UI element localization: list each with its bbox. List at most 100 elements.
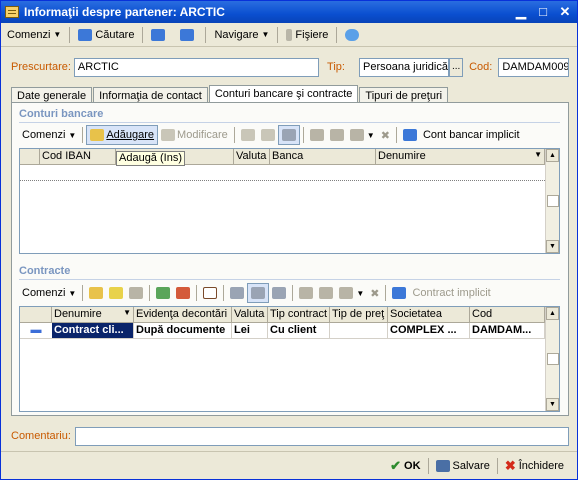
chat-button[interactable] [339, 25, 368, 45]
column-header-tip-contract[interactable]: Tip contract [268, 307, 330, 322]
column-header-cod-iban[interactable]: Cod IBAN [40, 149, 116, 164]
comentariu-input[interactable] [74, 426, 569, 446]
list-view-button[interactable] [227, 283, 247, 303]
salvare-label: Salvare [452, 459, 490, 472]
column-header-evidenta[interactable]: Evidenţa decontări [134, 307, 232, 322]
column-header-tip-de-pret[interactable]: Tip de preţ [330, 307, 388, 322]
column-header-banca[interactable]: Banca [270, 149, 376, 164]
cell-societatea[interactable]: COMPLEX ... [388, 323, 470, 338]
table-row[interactable]: ▬ Contract cli... După documente Lei Cu … [20, 323, 545, 339]
cod-input[interactable]: DAMDAM009 [498, 57, 570, 77]
tip-input[interactable]: Persoana juridică [358, 57, 450, 77]
add-contract-button[interactable] [86, 283, 106, 303]
toolbar-separator [292, 285, 294, 301]
cell-valuta[interactable]: Lei [232, 323, 268, 338]
copy-row-icon [156, 287, 171, 299]
column-header-societatea[interactable]: Societatea [388, 307, 470, 322]
refresh-list-button[interactable] [389, 283, 409, 303]
maximize-button[interactable]: □ [533, 3, 553, 21]
contracte-comenzi-menu[interactable]: Comenzi ▼ [19, 283, 79, 303]
cell-tip-contract[interactable]: Cu client [268, 323, 330, 338]
menu-fisiere[interactable]: Fişiere [280, 25, 334, 45]
refresh-list-button[interactable] [400, 125, 420, 145]
ok-button[interactable]: ✔ OK [385, 456, 425, 476]
refresh-button[interactable] [145, 25, 174, 45]
cell-cod[interactable]: DAMDAM... [470, 323, 545, 338]
adaugare-label: Adăugare [106, 129, 155, 141]
contract-implicit-button[interactable]: Contract implicit [409, 283, 493, 303]
filter-menu-button[interactable]: ▼ [336, 283, 367, 303]
filter-icon [329, 129, 344, 141]
sort-icon [299, 287, 314, 299]
cell-denumire[interactable]: Contract cli... [52, 323, 134, 338]
window-title: Informaţii despre partener: ARCTIC [24, 5, 225, 19]
mark-delete-button[interactable] [200, 283, 220, 303]
tip-select-button[interactable]: ... [449, 57, 464, 77]
header-fields: Prescurtare: ARCTIC Tip: Persoana juridi… [11, 57, 570, 77]
conturi-comenzi-label: Comenzi [22, 129, 66, 141]
column-header-indicator [20, 307, 52, 322]
sort-button[interactable] [307, 125, 327, 145]
toolbar-separator [395, 127, 397, 143]
app-icon [5, 6, 19, 18]
toolbar-separator [496, 457, 498, 474]
refresh-icon [392, 287, 407, 299]
refresh-icon [402, 129, 417, 141]
scroll-thumb[interactable] [547, 353, 559, 365]
tab-tipuri-de-preturi[interactable]: Tipuri de preţuri [359, 87, 449, 103]
level-up-button[interactable] [269, 283, 289, 303]
modificare-button[interactable]: Modificare [158, 125, 231, 145]
filter-button[interactable] [316, 283, 336, 303]
delete-row-button[interactable] [258, 125, 278, 145]
cell-evidenta[interactable]: După documente [134, 323, 232, 338]
filter-button[interactable] [327, 125, 347, 145]
scroll-down-icon[interactable]: ▼ [546, 398, 559, 411]
conturi-scrollbar[interactable]: ▲ ▼ [545, 149, 559, 253]
scroll-up-icon[interactable]: ▲ [546, 149, 559, 162]
edit-contract-button[interactable] [126, 283, 146, 303]
cont-bancar-implicit-button[interactable]: Cont bancar implicit [420, 125, 523, 145]
clear-filter-button[interactable]: ✖ [367, 283, 382, 303]
tab-date-generale[interactable]: Date generale [11, 87, 93, 103]
tree-view-button[interactable] [247, 283, 270, 303]
scroll-up-icon[interactable]: ▲ [546, 307, 559, 320]
column-header-cod[interactable]: Cod [470, 307, 545, 322]
sync-button[interactable] [174, 25, 203, 45]
hierarchy-button[interactable] [277, 125, 300, 145]
column-header-valuta[interactable]: Valuta [234, 149, 270, 164]
salvare-button[interactable]: Salvare [431, 456, 495, 476]
menu-comenzi[interactable]: Comenzi ▼ [1, 25, 67, 45]
inchidere-button[interactable]: ✖ Închidere [500, 456, 569, 476]
menu-cautare-label: Căutare [95, 28, 135, 41]
add-row-icon [90, 129, 105, 141]
empty-row[interactable] [20, 165, 545, 181]
clear-filter-icon: ✖ [370, 287, 380, 300]
sort-button[interactable] [296, 283, 316, 303]
add-group-button[interactable] [106, 283, 126, 303]
column-header-valuta[interactable]: Valuta [232, 307, 268, 322]
filter-menu-button[interactable]: ▼ [347, 125, 378, 145]
menu-cautare[interactable]: Căutare [72, 25, 140, 45]
column-header-denumire[interactable]: Denumire ▼ [376, 149, 545, 164]
delete-contract-button[interactable] [173, 283, 193, 303]
scroll-down-icon[interactable]: ▼ [546, 240, 559, 253]
copy-contract-button[interactable] [153, 283, 173, 303]
clear-filter-icon: ✖ [380, 129, 390, 142]
column-header-denumire[interactable]: Denumire ▼ [52, 307, 134, 322]
edit-row-icon [161, 129, 176, 141]
adaugare-button[interactable]: Adăugare [86, 125, 159, 145]
cell-tip-de-pret[interactable] [330, 323, 388, 338]
tab-conturi-bancare[interactable]: Conturi bancare şi contracte [208, 85, 359, 103]
conturi-comenzi-menu[interactable]: Comenzi ▼ [19, 125, 79, 145]
menu-navigare[interactable]: Navigare ▼ [208, 25, 275, 45]
tab-informatia-de-contact[interactable]: Informaţia de contact [93, 87, 208, 103]
prescurtare-input[interactable]: ARCTIC [73, 57, 320, 77]
prescurtare-label: Prescurtare: [11, 61, 71, 73]
scroll-thumb[interactable] [547, 195, 559, 207]
minimize-button[interactable]: ▁ [511, 3, 531, 21]
contracte-scrollbar[interactable]: ▲ ▼ [545, 307, 559, 411]
clear-filter-button[interactable]: ✖ [378, 125, 393, 145]
caret-down-icon: ▼ [68, 130, 77, 140]
close-button[interactable]: ✕ [555, 3, 575, 21]
copy-row-button[interactable] [238, 125, 258, 145]
